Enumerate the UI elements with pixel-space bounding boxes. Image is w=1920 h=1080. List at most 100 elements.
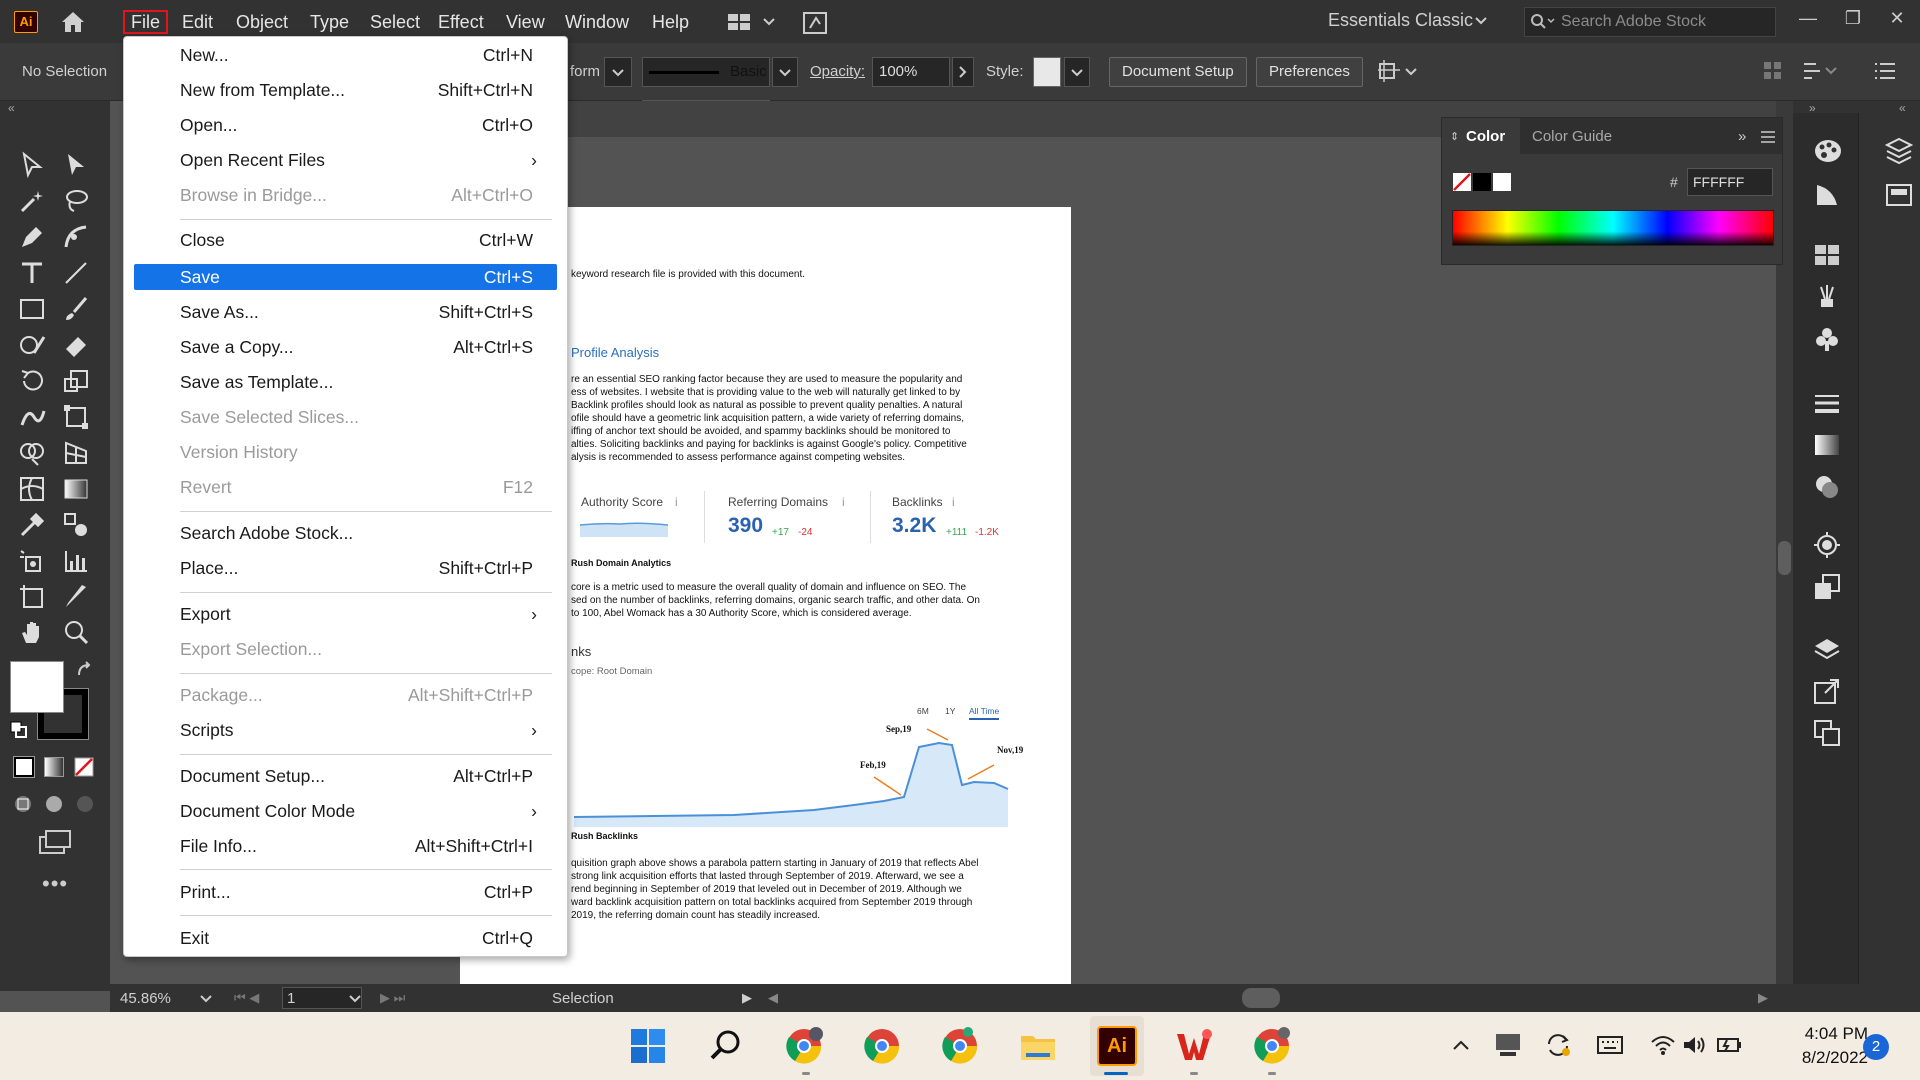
artboard-tool-icon[interactable] (18, 583, 46, 611)
menu-item-save-a-copy[interactable]: Save a Copy... Alt+Ctrl+S (134, 334, 557, 360)
gradient-tool-icon[interactable] (62, 475, 90, 503)
menu-item-search-adobe-stock[interactable]: Search Adobe Stock... (134, 520, 557, 546)
shape-builder-tool-icon[interactable] (18, 439, 46, 467)
zoom-dropdown-icon[interactable] (198, 992, 214, 1006)
collapse-toolbar-icon[interactable]: « (8, 101, 15, 115)
scale-tool-icon[interactable] (62, 367, 90, 395)
last-artboard-button[interactable]: ▶ ⏭ (380, 990, 405, 1006)
curvature-tool-icon[interactable] (62, 223, 90, 251)
color-spectrum[interactable] (1452, 210, 1774, 246)
grid-icon[interactable] (1762, 60, 1784, 82)
menu-item-close[interactable]: Close Ctrl+W (134, 227, 557, 253)
scroll-left-arrow[interactable]: ◀ (768, 990, 778, 1006)
wps-office-icon[interactable] (1174, 1026, 1214, 1066)
warp-tool-icon[interactable] (18, 403, 46, 431)
vertical-scroll-thumb[interactable] (1778, 541, 1791, 575)
line-tool-icon[interactable] (62, 259, 90, 287)
current-tool-status[interactable]: Selection (552, 990, 614, 1007)
menu-item-scripts[interactable]: Scripts › (134, 717, 557, 743)
opacity-input[interactable]: 100% (872, 57, 950, 87)
status-menu-arrow[interactable]: ▶ (742, 990, 752, 1006)
distribute-icon[interactable] (1800, 58, 1842, 84)
rotate-tool-icon[interactable] (18, 367, 46, 395)
stroke-profile-dropdown[interactable] (772, 57, 798, 87)
menu-item-document-color-mode[interactable]: Document Color Mode › (134, 798, 557, 824)
chevron-up-icon[interactable] (1450, 1036, 1472, 1054)
keyboard-icon[interactable] (1596, 1034, 1624, 1056)
properties-panel-icon[interactable] (1885, 181, 1913, 209)
close-button[interactable]: ✕ (1884, 8, 1910, 34)
none-mode-button[interactable] (74, 757, 94, 777)
sync-icon[interactable] (1544, 1032, 1572, 1058)
stroke-panel-icon[interactable] (1813, 393, 1841, 415)
color-guide-panel-icon[interactable] (1813, 181, 1841, 209)
symbols-panel-icon[interactable] (1813, 325, 1841, 353)
menu-item-open-recent-files[interactable]: Open Recent Files › (134, 147, 557, 173)
menu-item-place[interactable]: Place... Shift+Ctrl+P (134, 555, 557, 581)
menu-effect[interactable]: Effect (432, 10, 490, 34)
illustrator-taskbar-icon[interactable]: Ai (1097, 1026, 1137, 1066)
libraries-panel-icon[interactable] (1885, 137, 1913, 165)
artboard-number-input[interactable]: 1 (287, 990, 295, 1007)
menu-object[interactable]: Object (230, 10, 294, 34)
volume-icon[interactable] (1682, 1034, 1708, 1056)
transparency-panel-icon[interactable] (1813, 473, 1841, 501)
type-tool-icon[interactable] (18, 259, 46, 287)
menu-item-save-as-template[interactable]: Save as Template... (134, 369, 557, 395)
menu-type[interactable]: Type (304, 10, 355, 34)
transform-dropdown[interactable] (604, 57, 632, 87)
slice-tool-icon[interactable] (62, 583, 90, 611)
color-mode-button[interactable] (13, 756, 35, 778)
style-dropdown[interactable] (1064, 57, 1090, 87)
perspective-grid-tool-icon[interactable] (62, 439, 90, 467)
share-icon[interactable] (802, 10, 830, 36)
menu-item-print[interactable]: Print... Ctrl+P (134, 879, 557, 905)
notification-badge[interactable]: 2 (1863, 1034, 1889, 1060)
layers-panel-icon[interactable] (1813, 635, 1841, 663)
restore-button[interactable]: ❐ (1840, 8, 1866, 34)
graphic-styles-panel-icon[interactable] (1813, 573, 1841, 601)
search-icon[interactable] (706, 1026, 746, 1066)
artboard-dropdown-icon[interactable] (347, 992, 363, 1006)
tab-color[interactable]: Color (1466, 128, 1505, 145)
preferences-button[interactable]: Preferences (1256, 57, 1363, 87)
chrome-profile-2-icon[interactable] (862, 1026, 902, 1066)
eraser-tool-icon[interactable] (62, 331, 90, 359)
swap-fill-stroke-icon[interactable] (76, 661, 94, 679)
menu-file[interactable]: File (123, 10, 169, 34)
collapse-dock-icon[interactable]: « (1899, 101, 1906, 115)
adobe-stock-search-input[interactable]: Search Adobe Stock (1524, 7, 1776, 37)
menu-item-open[interactable]: Open... Ctrl+O (134, 112, 557, 138)
artboards-panel-icon[interactable] (1813, 719, 1841, 747)
panel-menu-icon[interactable] (1760, 130, 1776, 144)
wifi-icon[interactable] (1650, 1034, 1676, 1056)
opacity-arrow[interactable] (952, 57, 974, 87)
blend-tool-icon[interactable] (62, 511, 90, 539)
menu-item-exit[interactable]: Exit Ctrl+Q (134, 925, 557, 951)
menu-item-document-setup[interactable]: Document Setup... Alt+Ctrl+P (134, 763, 557, 789)
chrome-profile-1-icon[interactable] (784, 1026, 824, 1066)
hex-input[interactable]: FFFFFF (1687, 168, 1773, 196)
scroll-right-arrow[interactable]: ▶ (1758, 990, 1768, 1006)
opacity-label[interactable]: Opacity: (810, 63, 865, 80)
graphic-style-swatch[interactable] (1033, 57, 1061, 87)
hand-tool-icon[interactable] (18, 619, 46, 647)
menu-help[interactable]: Help (646, 10, 695, 34)
column-graph-tool-icon[interactable] (62, 547, 90, 575)
menu-edit[interactable]: Edit (176, 10, 219, 34)
taskbar-clock[interactable]: 4:04 PM 8/2/2022 (1772, 1022, 1868, 1070)
collapse-panel-icon[interactable]: » (1738, 128, 1746, 145)
home-icon[interactable] (60, 10, 86, 34)
transform-label[interactable]: form (570, 63, 600, 80)
menu-item-export[interactable]: Export › (134, 601, 557, 627)
document-setup-button[interactable]: Document Setup (1109, 57, 1247, 87)
swatch-strip[interactable] (1452, 172, 1512, 192)
gradient-panel-icon[interactable] (1813, 433, 1841, 457)
screen-mode-icon[interactable] (38, 829, 72, 855)
direct-selection-tool-icon[interactable] (62, 151, 90, 179)
appearance-panel-icon[interactable] (1813, 531, 1841, 559)
chart-range-1y[interactable]: 1Y (945, 705, 955, 718)
draw-modes-icon[interactable] (12, 793, 102, 815)
chrome-profile-3-icon[interactable] (940, 1026, 980, 1066)
zoom-level[interactable]: 45.86% (120, 990, 171, 1007)
